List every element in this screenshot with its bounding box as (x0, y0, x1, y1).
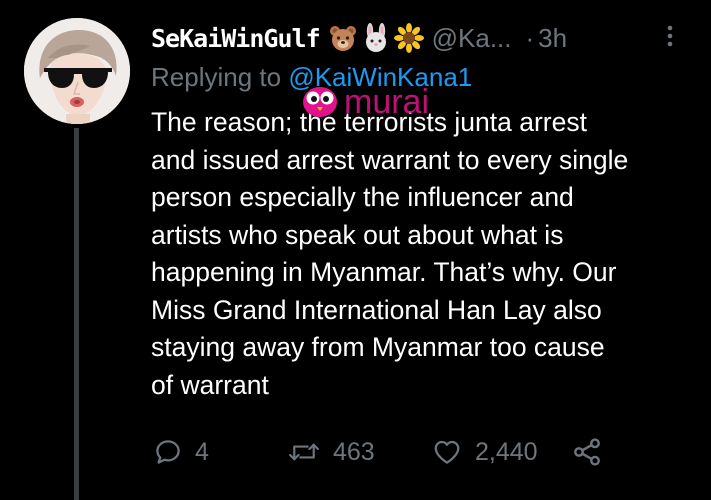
tweet-text-line: and issued arrest warrant to every singl… (151, 144, 629, 175)
separator-dot: · (525, 22, 535, 53)
like-count: 2,440 (475, 437, 538, 466)
avatar[interactable] (24, 18, 130, 124)
watermark-text: murai (344, 83, 429, 121)
murai-watermark: murai (303, 83, 429, 121)
thread-line (74, 128, 79, 500)
retweet-count: 463 (333, 437, 375, 466)
heart-icon (434, 440, 460, 464)
owl-logo-icon (303, 87, 337, 117)
display-name[interactable]: SeKaiWinGulf (151, 24, 321, 53)
tweet-text: The reason; the terrorists junta arrest … (151, 104, 696, 404)
tweet-text-line: happening in Myanmar. That’s why. Our (151, 257, 617, 287)
rabbit-emoji (365, 23, 386, 52)
timestamp[interactable]: 3h (538, 23, 567, 54)
replying-prefix: Replying to (151, 62, 289, 92)
retweet-icon (288, 443, 320, 461)
action-bar: 4 463 2,440 (151, 432, 621, 472)
tweet-text-line: Miss Grand International Han Lay also (151, 294, 602, 325)
tweet-text-line: artists who speak out about what is (151, 219, 564, 250)
handle[interactable]: @Ka... (432, 23, 512, 54)
like-button[interactable]: 2,440 (431, 432, 538, 472)
retweet-button[interactable]: 463 (287, 432, 375, 472)
tweet-text-line: person especially the influencer and (151, 182, 574, 212)
name-emojis (328, 23, 424, 53)
bear-emoji (329, 26, 356, 51)
reply-count: 4 (195, 437, 209, 466)
more-vertical-icon[interactable] (664, 24, 676, 48)
share-button[interactable] (571, 432, 603, 472)
reply-icon (156, 440, 180, 464)
tweet-text-line: of warrant (151, 369, 269, 400)
tweet-header: SeKaiWinGulf @Ka... · 3h (151, 20, 567, 56)
sunflower-emoji (393, 23, 424, 53)
tweet-text-line: staying away from Myanmar too cause (151, 332, 605, 362)
share-icon (574, 438, 600, 466)
tweet[interactable]: SeKaiWinGulf @Ka... · 3h Replying to @Ka… (0, 0, 711, 500)
reply-button[interactable]: 4 (153, 432, 209, 472)
